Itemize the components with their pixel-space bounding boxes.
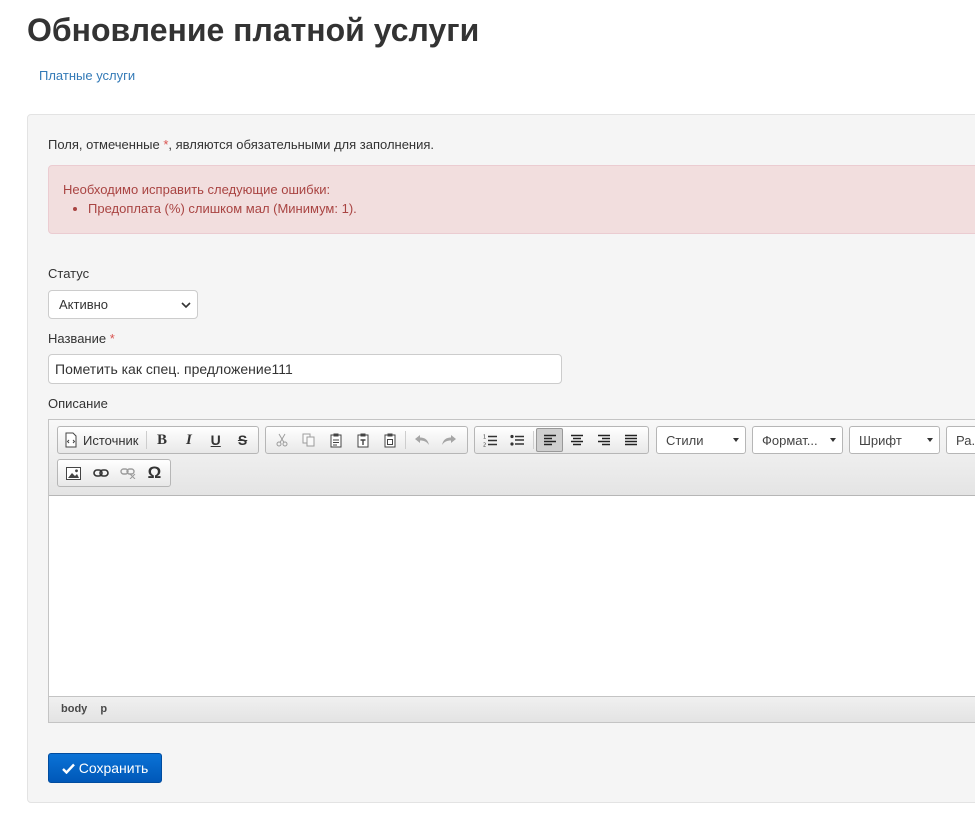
toolbar-separator [405,431,406,449]
toolbar-separator [533,431,534,449]
svg-text:2: 2 [483,442,486,447]
cut-button[interactable] [268,428,295,452]
insert-image-button[interactable] [60,461,87,485]
save-button[interactable]: Сохранить [48,753,162,783]
path-item-p[interactable]: p [100,703,107,715]
font-combo[interactable]: Шрифт [849,426,940,454]
bold-icon: B [157,431,168,448]
underline-icon: U [210,432,221,448]
breadcrumb-paid-services[interactable]: Платные услуги [39,68,135,83]
chevron-down-icon [181,302,191,309]
required-note-before: Поля, отмеченные [48,137,164,152]
required-note-after: , являются обязательными для заполнения. [168,137,435,152]
rich-text-editor: Источник B I U S 12 Стили Формат... Шриф… [48,419,975,723]
format-combo-label: Формат... [762,433,818,448]
editor-content-area[interactable] [49,496,975,696]
bulleted-list-button[interactable] [504,428,531,452]
caret-down-icon [830,438,836,442]
strikethrough-button[interactable]: S [229,428,256,452]
special-char-button[interactable]: Ω [141,461,168,485]
page-title: Обновление платной услуги [27,12,480,48]
align-center-icon [570,434,583,446]
name-input[interactable] [48,354,562,384]
numbered-list-icon: 12 [483,434,497,447]
source-button[interactable]: Источник [60,428,144,452]
status-select-value: Активно [59,297,109,312]
strikethrough-icon: S [237,432,248,448]
toolbar-group-insert: Ω [57,459,171,487]
styles-combo[interactable]: Стили [656,426,746,454]
description-label: Описание [48,396,108,411]
toolbar-group-clipboard [265,426,468,454]
checkmark-icon [61,763,75,774]
font-combo-label: Шрифт [859,433,902,448]
bold-button[interactable]: B [149,428,176,452]
paste-word-button[interactable] [376,428,403,452]
toolbar-group-paragraph: 12 [474,426,649,454]
source-label: Источник [83,432,139,448]
caret-down-icon [733,438,739,442]
undo-button[interactable] [408,428,435,452]
align-right-button[interactable] [590,428,617,452]
clipboard-icon [330,433,341,447]
italic-button[interactable]: I [175,428,202,452]
error-summary: Необходимо исправить следующие ошибки: П… [48,165,975,234]
align-justify-icon [624,434,637,446]
error-heading: Необходимо исправить следующие ошибки: [63,182,331,197]
scissors-icon [276,433,287,447]
numbered-list-button[interactable]: 12 [477,428,504,452]
size-combo-label: Ра... [956,433,975,448]
link-icon [92,469,109,477]
status-select[interactable]: Активно [48,290,198,319]
insert-link-button[interactable] [87,461,114,485]
align-left-icon [543,434,556,446]
save-button-label: Сохранить [78,760,149,776]
form-panel: Поля, отмеченные * , являются обязательны… [27,114,975,803]
name-label: Название * [48,331,115,346]
copy-button[interactable] [295,428,322,452]
paste-text-icon [357,433,368,447]
name-label-text: Название [48,331,107,346]
copy-icon [302,433,314,447]
name-required-star: * [109,331,115,346]
editor-toolbar: Источник B I U S 12 Стили Формат... Шриф… [49,420,975,496]
bulleted-list-icon [510,434,524,446]
status-label: Статус [48,266,90,281]
error-list: Предоплата (%) слишком мал (Минимум: 1). [63,201,973,217]
size-combo[interactable]: Ра... [946,426,975,454]
unlink-button[interactable] [114,461,141,485]
omega-icon: Ω [147,463,162,482]
svg-text:1: 1 [483,434,486,440]
caret-down-icon [927,438,933,442]
undo-icon [414,435,429,445]
italic-icon: I [185,431,192,448]
paste-button[interactable] [322,428,349,452]
toolbar-group-basic: Источник B I U S [57,426,259,454]
error-item: Предоплата (%) слишком мал (Минимум: 1). [88,201,973,217]
source-icon [65,432,77,448]
styles-combo-label: Стили [666,433,704,448]
editor-element-path: body p [49,696,975,722]
format-combo[interactable]: Формат... [752,426,843,454]
paste-word-icon [384,433,395,447]
image-icon [66,466,81,480]
align-justify-button[interactable] [617,428,644,452]
paste-text-button[interactable] [349,428,376,452]
path-item-body[interactable]: body [61,703,87,715]
redo-button[interactable] [435,428,462,452]
required-note: Поля, отмеченные *, являются обязательны… [48,137,434,152]
redo-icon [441,435,456,445]
align-center-button[interactable] [563,428,590,452]
align-right-icon [597,434,610,446]
unlink-icon [119,468,135,479]
align-left-button[interactable] [536,428,563,452]
toolbar-separator [145,431,147,449]
underline-button[interactable]: U [202,428,229,452]
